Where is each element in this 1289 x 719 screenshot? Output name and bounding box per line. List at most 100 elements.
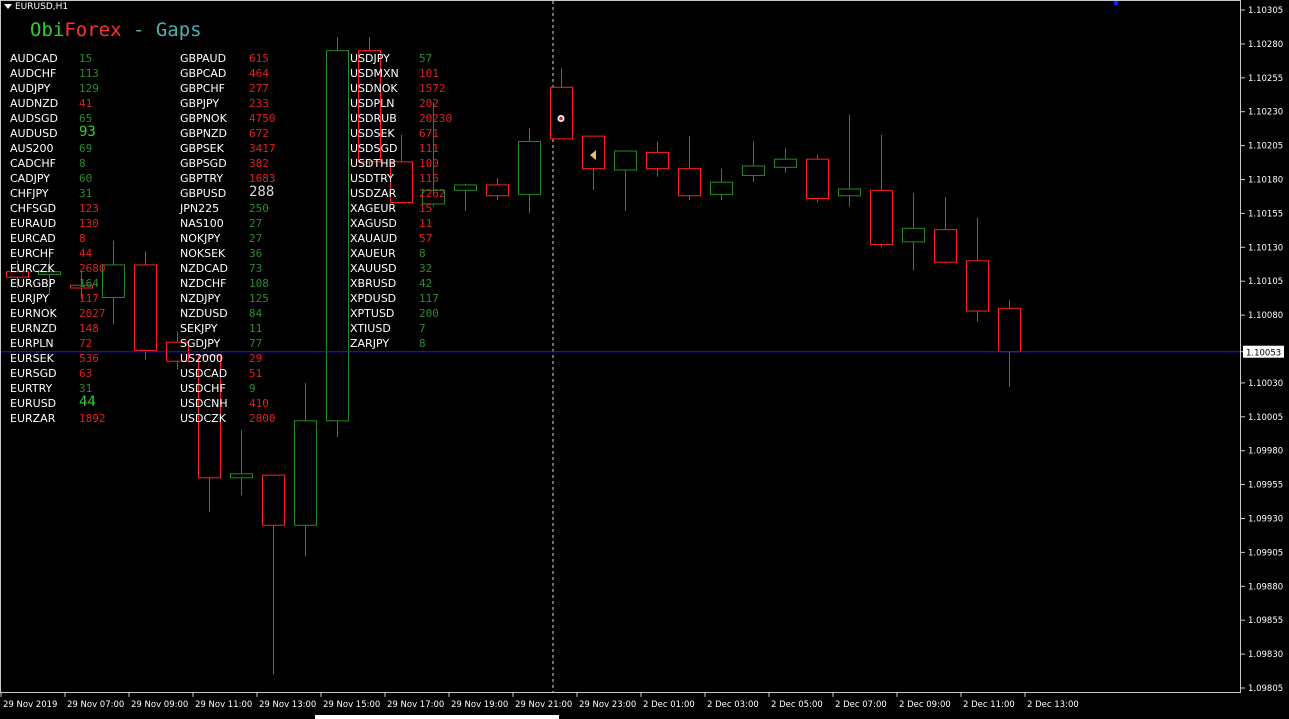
gap-symbol: SGDJPY	[180, 337, 221, 350]
gap-symbol: XBRUSD	[350, 277, 397, 290]
gap-symbol: USDSEK	[350, 127, 395, 140]
gap-value: 44	[79, 247, 93, 260]
y-tick-label: 1.10180	[1248, 176, 1283, 186]
x-tick-label: 29 Nov 07:00	[67, 700, 124, 710]
gap-symbol: EURTRY	[10, 382, 53, 395]
gap-value: 233	[249, 97, 269, 110]
gap-value: 123	[79, 202, 99, 215]
gap-symbol: CADCHF	[10, 157, 56, 170]
gap-symbol: CADJPY	[10, 172, 51, 185]
gap-value: 93	[79, 124, 96, 140]
y-tick-label: 1.10105	[1248, 277, 1283, 287]
gap-symbol: USDCNH	[180, 397, 228, 410]
gap-symbol: USDSGD	[350, 142, 398, 155]
gap-value: 7	[419, 322, 426, 335]
gap-symbol: EURCZK	[10, 262, 55, 275]
gap-symbol: XTIUSD	[350, 322, 391, 335]
gap-value: 27	[249, 217, 263, 230]
gap-symbol: GBPNZD	[180, 127, 227, 140]
gap-symbol: EURJPY	[10, 292, 49, 305]
gap-value: 672	[249, 127, 269, 140]
gap-value: 671	[419, 127, 439, 140]
gap-value: 410	[249, 397, 269, 410]
x-tick-label: 2 Dec 05:00	[771, 700, 823, 710]
y-tick-label: 1.09805	[1248, 684, 1283, 694]
gap-symbol: USDPLN	[350, 97, 395, 110]
scroll-position-indicator	[315, 715, 559, 719]
gap-value: 200	[419, 307, 439, 320]
gap-symbol: AUDJPY	[10, 82, 51, 95]
gap-symbol: NOKJPY	[180, 232, 221, 245]
gap-symbol: EURCHF	[10, 247, 55, 260]
current-price-label: 1.10053	[1246, 349, 1281, 359]
y-tick-label: 1.09930	[1248, 515, 1283, 525]
gap-symbol: AUDCAD	[10, 52, 58, 65]
gap-symbol: NZDCAD	[180, 262, 228, 275]
gap-symbol: XAGUSD	[350, 217, 397, 230]
gap-value: 15	[419, 202, 433, 215]
gap-value: 101	[419, 67, 439, 80]
gap-value: 8	[419, 247, 426, 260]
gap-value: 117	[79, 292, 99, 305]
x-tick-label: 29 Nov 15:00	[323, 700, 380, 710]
y-tick-label: 1.10155	[1248, 209, 1283, 219]
x-tick-label: 29 Nov 19:00	[451, 700, 508, 710]
gap-symbol: USDJPY	[350, 52, 390, 65]
y-tick-label: 1.10005	[1248, 413, 1283, 423]
gap-value: 57	[419, 52, 433, 65]
gap-symbol: USDCZK	[180, 412, 226, 425]
gap-symbol: USDTHB	[350, 157, 397, 170]
gap-symbol: GBPUSD	[180, 187, 227, 200]
gap-symbol: AUDUSD	[10, 127, 58, 140]
gap-symbol: NZDCHF	[180, 277, 227, 290]
gap-symbol: USDCAD	[180, 367, 228, 380]
gap-value: 15	[79, 52, 93, 65]
gap-symbol: USDMXN	[350, 67, 399, 80]
y-tick-label: 1.10080	[1248, 311, 1283, 321]
gap-symbol: GBPCHF	[180, 82, 225, 95]
gap-symbol: XAUAUD	[350, 232, 398, 245]
gap-symbol: GBPSEK	[180, 142, 224, 155]
gap-symbol: EURCAD	[10, 232, 56, 245]
indicator-title-obi: Obi	[30, 19, 65, 41]
gap-symbol: AUDSGD	[10, 112, 59, 125]
chart-window[interactable]: 1.10305 1.10280 1.10255 1.10230 1.10205 1.101…	[0, 0, 1289, 719]
y-tick-label: 1.09855	[1248, 616, 1283, 626]
gap-value: 51	[249, 367, 263, 380]
x-tick-label: 2 Dec 07:00	[835, 700, 887, 710]
dropdown-triangle-icon[interactable]	[4, 4, 12, 9]
gap-value: 148	[79, 322, 99, 335]
gap-symbol: US2000	[180, 352, 224, 365]
gap-value: 11	[249, 322, 263, 335]
x-tick-label: 2 Dec 01:00	[643, 700, 695, 710]
gap-value: 615	[249, 52, 269, 65]
gap-symbol: EURNOK	[10, 307, 57, 320]
gap-symbol: EURSEK	[10, 352, 54, 365]
gap-value: 72	[79, 337, 93, 350]
indicator-title-gaps: - Gaps	[121, 19, 202, 41]
x-tick-label: 29 Nov 13:00	[259, 700, 316, 710]
gap-value: 536	[79, 352, 99, 365]
gap-symbol: AUDNZD	[10, 97, 59, 110]
gap-value: 288	[249, 184, 275, 200]
x-tick-label: 2 Dec 13:00	[1027, 700, 1079, 710]
gap-value: 11	[419, 217, 433, 230]
gap-symbol: XAGEUR	[350, 202, 397, 215]
x-tick-label: 29 Nov 21:00	[515, 700, 572, 710]
gap-symbol: GBPCAD	[180, 67, 227, 80]
x-tick-label: 2 Dec 09:00	[899, 700, 951, 710]
x-tick-label: 2 Dec 03:00	[707, 700, 759, 710]
gap-symbol: EURSGD	[10, 367, 57, 380]
x-tick-label: 29 Nov 23:00	[579, 700, 636, 710]
gap-symbol: SEKJPY	[180, 322, 218, 335]
symbol-title[interactable]: EURUSD,H1	[4, 2, 68, 12]
gap-value: 464	[249, 67, 269, 80]
y-tick-label: 1.10230	[1248, 108, 1283, 118]
gap-symbol: JPN225	[180, 202, 220, 215]
gap-symbol: USDCHF	[180, 382, 226, 395]
y-tick-label: 1.09830	[1248, 650, 1283, 660]
gap-value: 69	[79, 142, 93, 155]
gap-value: 382	[249, 157, 269, 170]
gap-symbol: GBPNOK	[180, 112, 227, 125]
gap-symbol: AUS200	[10, 142, 54, 155]
